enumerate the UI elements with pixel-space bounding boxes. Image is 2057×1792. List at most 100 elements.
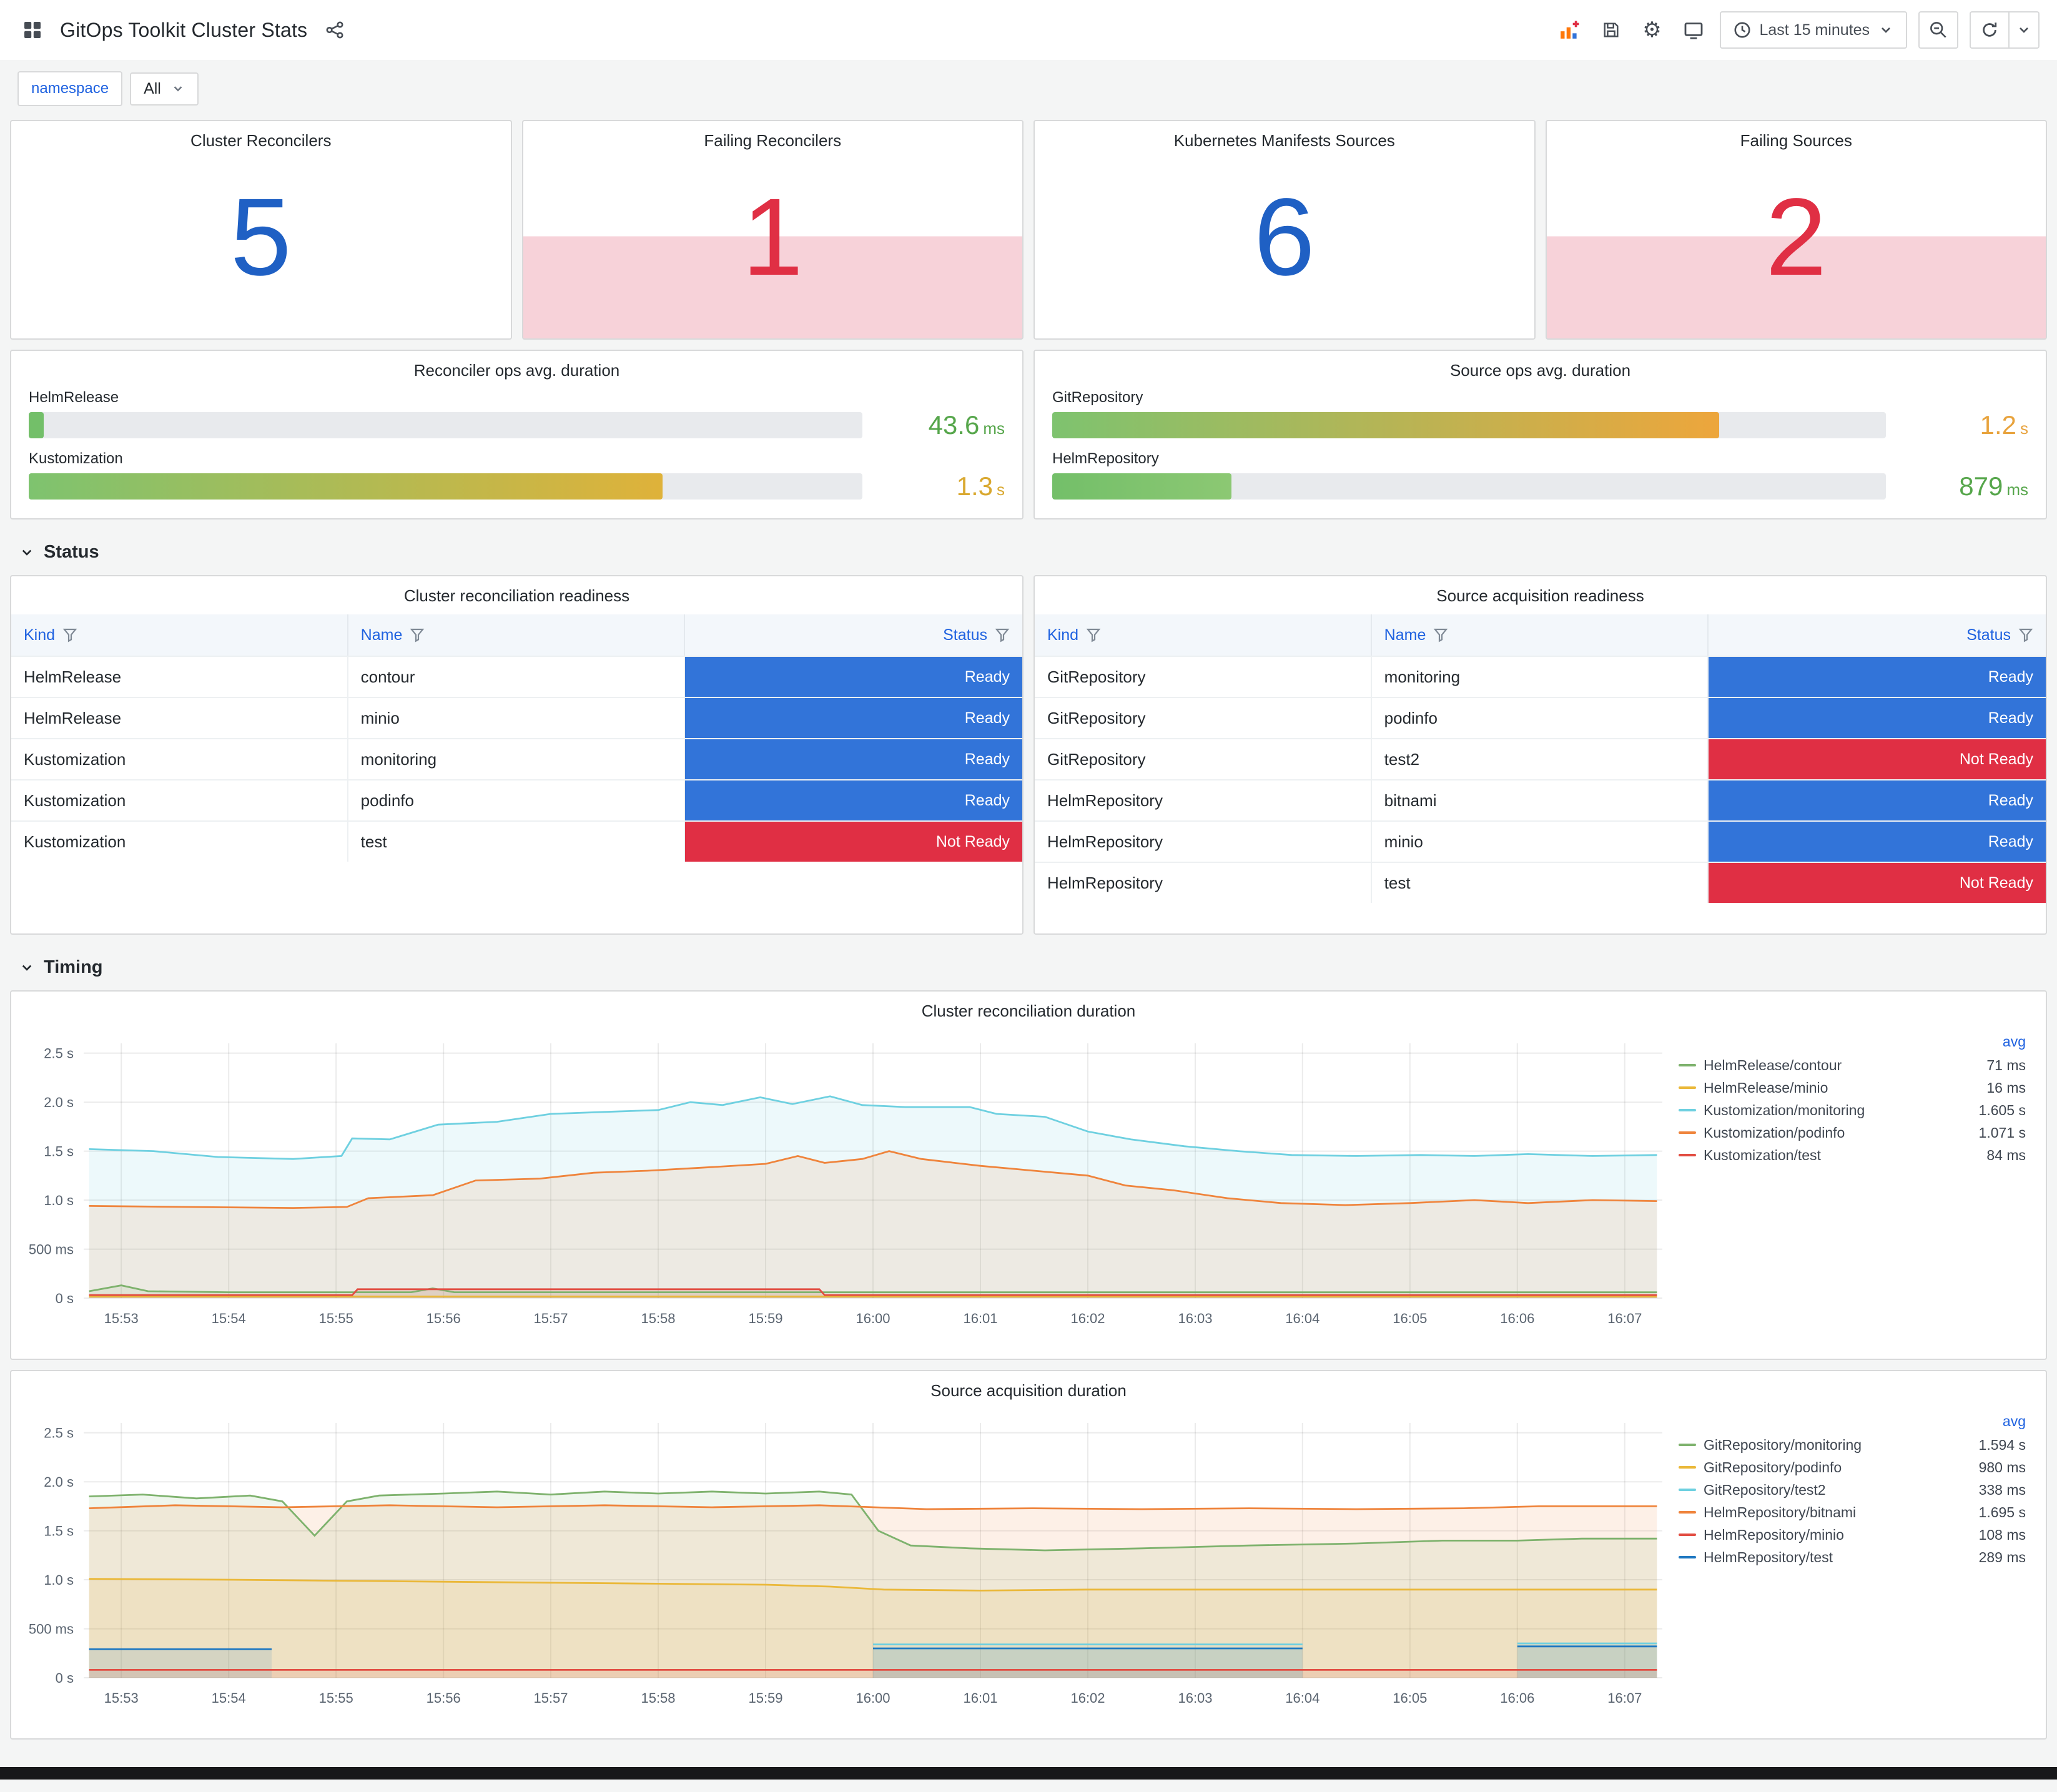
panel-title[interactable]: Source ops avg. duration — [1035, 351, 2046, 385]
chart-panel-cluster-reconciliation-duration: Cluster reconciliation duration 15:53 15:5… — [10, 990, 2047, 1360]
series-color-dash-icon — [1679, 1534, 1696, 1536]
gauge-value-number: 1.2 — [1980, 410, 2016, 440]
time-series-plot[interactable]: 15:53 15:54 15:55 15:56 15:57 15:58 15:59 16:00… — [14, 1031, 1679, 1346]
svg-text:15:59: 15:59 — [748, 1311, 782, 1326]
gauge-bar-track — [1052, 473, 1886, 500]
column-header-label: Status — [1966, 626, 2011, 644]
panel-title[interactable]: Reconciler ops avg. duration — [11, 351, 1022, 385]
panel-title[interactable]: Cluster reconciliation readiness — [11, 576, 1022, 611]
panel-title[interactable]: Failing Reconcilers — [523, 121, 1023, 155]
table-row: GitRepository test2 Not Ready — [1035, 738, 2046, 779]
zoom-out-button[interactable] — [1918, 11, 1958, 49]
svg-text:15:55: 15:55 — [319, 1311, 353, 1326]
gauge-value-unit: ms — [983, 419, 1005, 438]
save-icon[interactable] — [1596, 15, 1626, 45]
gauge-bar-track — [29, 473, 862, 500]
tv-mode-icon[interactable] — [1679, 15, 1709, 45]
time-series-plot[interactable]: 15:53 15:54 15:55 15:56 15:57 15:58 15:59 16:00… — [14, 1410, 1679, 1725]
column-header-label: Kind — [24, 626, 56, 644]
column-header-status[interactable]: Status — [685, 614, 1022, 656]
gauge-value-number: 879 — [1959, 471, 2003, 501]
column-header-kind[interactable]: Kind — [1035, 614, 1372, 656]
series-color-dash-icon — [1679, 1064, 1696, 1066]
gauge-row-kustomization: Kustomization 1.3 s — [29, 450, 1005, 501]
series-color-dash-icon — [1679, 1511, 1696, 1514]
series-color-dash-icon — [1679, 1086, 1696, 1089]
svg-text:16:04: 16:04 — [1285, 1311, 1320, 1326]
status-cell: Ready — [1709, 822, 2046, 862]
legend-series-name[interactable]: HelmRepository/test — [1679, 1549, 1961, 1566]
status-cell: Not Ready — [1709, 739, 2046, 779]
column-header-name[interactable]: Name — [1371, 614, 1709, 656]
status-cell: Ready — [1709, 780, 2046, 820]
svg-text:15:53: 15:53 — [104, 1311, 139, 1326]
variable-value-dropdown[interactable]: All — [130, 72, 199, 106]
panel-title[interactable]: Cluster reconciliation duration — [11, 992, 2046, 1026]
gauge-value: 43.6 ms — [882, 410, 1005, 440]
share-icon[interactable] — [320, 15, 350, 45]
filter-icon[interactable] — [2018, 628, 2033, 642]
filter-icon[interactable] — [1433, 628, 1448, 642]
column-header-kind[interactable]: Kind — [11, 614, 348, 656]
legend-series-name[interactable]: GitRepository/podinfo — [1679, 1459, 1961, 1476]
legend-series-name[interactable]: Kustomization/test — [1679, 1147, 1961, 1164]
gauge-bar-track — [1052, 412, 1886, 438]
gauge-value-unit: s — [997, 480, 1005, 499]
dashboards-grid-icon[interactable] — [17, 15, 47, 45]
svg-text:15:57: 15:57 — [533, 1690, 568, 1706]
gauge-line: 879 ms — [1052, 471, 2028, 501]
gauge-bar-fill — [29, 412, 44, 438]
legend-avg-value: 71 ms — [1986, 1056, 2026, 1073]
svg-text:16:05: 16:05 — [1393, 1311, 1427, 1326]
panel-title[interactable]: Source acquisition duration — [11, 1371, 2046, 1406]
stat-value: 1 — [742, 175, 804, 298]
column-header-label: Kind — [1047, 626, 1079, 644]
table-panel-source-acquisition-readiness: Source acquisition readiness Kind Name Stat… — [1033, 575, 2047, 935]
svg-text:1.5 s: 1.5 s — [44, 1524, 74, 1539]
filter-funnel-icon — [410, 628, 425, 642]
legend-series-name[interactable]: Kustomization/podinfo — [1679, 1125, 1961, 1141]
legend-series-name[interactable]: Kustomization/monitoring — [1679, 1102, 1961, 1119]
gauge-row-helmrelease: HelmRelease 43.6 ms — [29, 389, 1005, 440]
gauge-row-label: HelmRepository — [1052, 450, 1159, 467]
legend-series-name[interactable]: HelmRepository/bitnami — [1679, 1504, 1961, 1521]
status-cell: Ready — [1709, 698, 2046, 738]
status-section-toggle[interactable]: Status — [10, 529, 2047, 575]
chart-panels-column: Cluster reconciliation duration 15:53 15:5… — [10, 990, 2047, 1740]
svg-text:2.5 s: 2.5 s — [44, 1046, 74, 1061]
column-header-label: Name — [1384, 626, 1426, 644]
legend-series-name[interactable]: HelmRelease/contour — [1679, 1057, 1961, 1074]
stat-value: 6 — [1253, 175, 1315, 298]
legend-series-name[interactable]: HelmRelease/minio — [1679, 1080, 1961, 1096]
table-row: HelmRepository test Not Ready — [1035, 862, 2046, 903]
panel-title[interactable]: Cluster Reconcilers — [11, 121, 511, 155]
column-header-status[interactable]: Status — [1709, 614, 2046, 656]
legend-series-name[interactable]: GitRepository/test2 — [1679, 1482, 1961, 1499]
legend-avg-header: avg — [2002, 1033, 2026, 1050]
table-row: HelmRepository bitnami Ready — [1035, 779, 2046, 820]
settings-gear-icon[interactable]: ⚙ — [1637, 15, 1667, 45]
panel-title[interactable]: Failing Sources — [1547, 121, 2046, 155]
refresh-interval-caret[interactable] — [2010, 11, 2040, 49]
readiness-table: Kind Name Status GitRepository monitoring Rea… — [1035, 614, 2046, 903]
legend-series-name[interactable]: GitRepository/monitoring — [1679, 1437, 1961, 1454]
add-panel-icon[interactable] — [1555, 15, 1585, 45]
timing-section-toggle[interactable]: Timing — [10, 945, 2047, 990]
svg-text:500 ms: 500 ms — [29, 1622, 74, 1637]
filter-icon[interactable] — [62, 628, 77, 642]
filter-icon[interactable] — [995, 628, 1010, 642]
panel-title[interactable]: Source acquisition readiness — [1035, 576, 2046, 611]
filter-icon[interactable] — [1086, 628, 1101, 642]
svg-text:15:59: 15:59 — [748, 1690, 782, 1706]
time-range-picker[interactable]: Last 15 minutes — [1719, 11, 1907, 49]
table-header-row: Kind Name Status — [11, 614, 1022, 656]
svg-text:15:54: 15:54 — [212, 1690, 246, 1706]
panel-title[interactable]: Kubernetes Manifests Sources — [1035, 121, 1534, 155]
series-color-dash-icon — [1679, 1466, 1696, 1469]
refresh-icon[interactable] — [1970, 11, 2010, 49]
gauge-rows: HelmRelease 43.6 ms Kustomization 1.3 s — [11, 385, 1022, 501]
column-header-name[interactable]: Name — [348, 614, 686, 656]
legend-series-name[interactable]: HelmRepository/minio — [1679, 1527, 1961, 1543]
filter-icon[interactable] — [410, 628, 425, 642]
legend-series-label: Kustomization/test — [1704, 1146, 1821, 1163]
